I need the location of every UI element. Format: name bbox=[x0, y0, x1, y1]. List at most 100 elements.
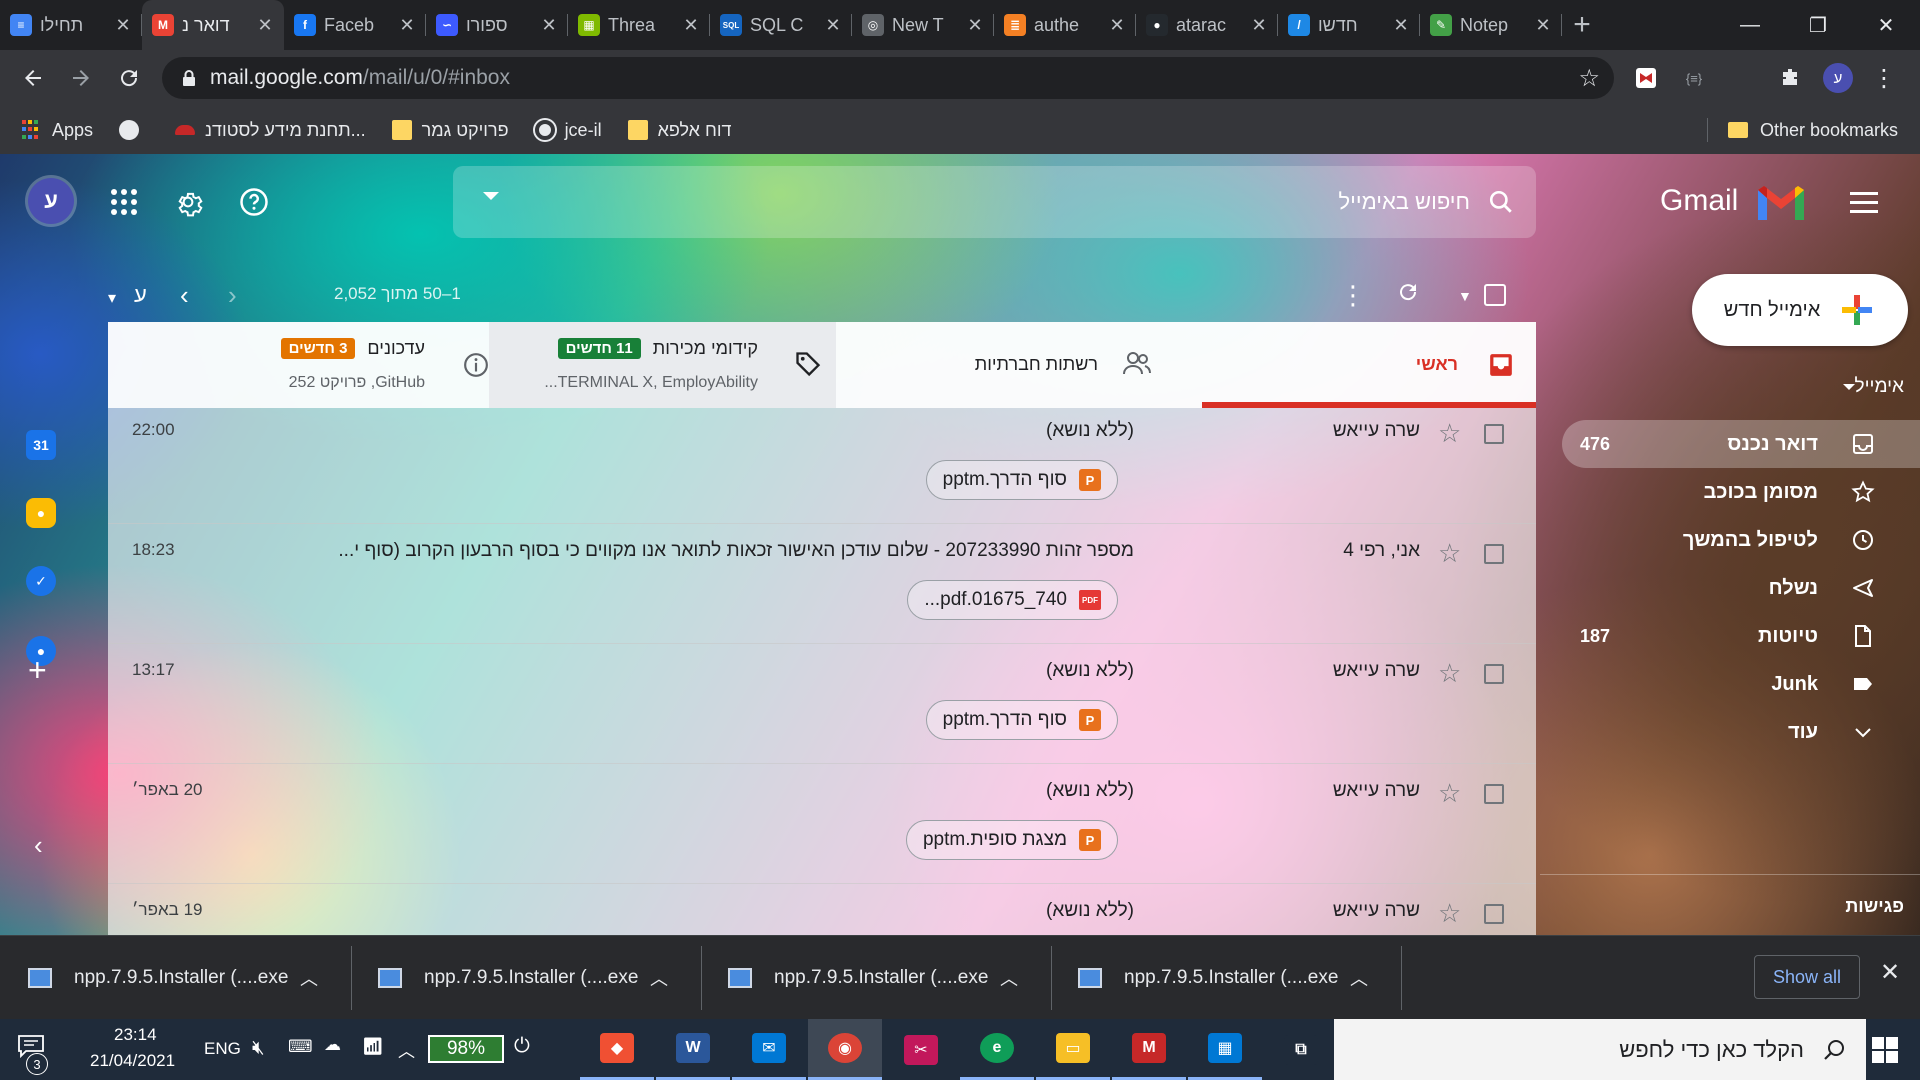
git-icon[interactable]: ◆ bbox=[580, 1019, 654, 1080]
close-tab-icon[interactable]: ✕ bbox=[1534, 15, 1552, 36]
select-dropdown-icon[interactable]: ▼ bbox=[1458, 288, 1472, 304]
close-tab-icon[interactable]: ✕ bbox=[114, 15, 132, 36]
bookmark-item[interactable]: פרויקט גמר bbox=[391, 120, 509, 141]
battery-indicator[interactable]: 98% bbox=[428, 1035, 504, 1063]
close-tab-icon[interactable]: ✕ bbox=[824, 15, 842, 36]
add-addon-icon[interactable]: + bbox=[28, 652, 47, 689]
windows-start-icon[interactable] bbox=[1872, 1037, 1898, 1063]
email-checkbox[interactable] bbox=[1484, 664, 1504, 684]
forward-button[interactable] bbox=[58, 55, 104, 101]
bookmark-item[interactable]: תחנת מידע לסטודנ... bbox=[175, 120, 366, 141]
email-row[interactable]: ☆ שרה עייאש (ללא נושא) 19 באפר׳ bbox=[108, 884, 1536, 935]
compose-button[interactable]: אימייל חדש bbox=[1692, 274, 1908, 346]
tab-primary[interactable]: ראשי bbox=[1202, 322, 1536, 408]
download-item[interactable]: npp.7.9.5.Installer (....exe ︿ bbox=[700, 936, 1052, 1020]
close-download-shelf-icon[interactable]: ✕ bbox=[1880, 958, 1900, 987]
older-page-icon[interactable]: › bbox=[228, 280, 237, 311]
account-avatar[interactable]: ע bbox=[28, 178, 74, 224]
back-button[interactable] bbox=[10, 55, 56, 101]
email-checkbox[interactable] bbox=[1484, 904, 1504, 924]
google-apps-icon[interactable] bbox=[104, 182, 144, 222]
folder-item[interactable]: Junk bbox=[1562, 660, 1920, 708]
chevron-up-icon[interactable]: ︿ bbox=[1350, 965, 1368, 991]
attachment-chip[interactable]: P סוף הדרך.pptm bbox=[925, 460, 1118, 500]
browser-tab[interactable]: f Faceb ✕ bbox=[284, 0, 426, 50]
email-checkbox[interactable] bbox=[1484, 544, 1504, 564]
download-item[interactable]: npp.7.9.5.Installer (....exe ︿ bbox=[1050, 936, 1402, 1020]
volume-muted-icon[interactable]: 🔇︎ bbox=[252, 1037, 265, 1060]
close-tab-icon[interactable]: ✕ bbox=[1392, 15, 1410, 36]
browser-tab[interactable]: ∽ ספורו ✕ bbox=[426, 0, 568, 50]
email-row[interactable]: ☆ שרה עייאש (ללא נושא) 20 באפר׳ P מצגת סופית.… bbox=[108, 764, 1536, 884]
profile-avatar[interactable]: ע bbox=[1820, 60, 1856, 96]
folder-item[interactable]: נשלח bbox=[1562, 564, 1920, 612]
restore-button[interactable]: ❐ bbox=[1784, 0, 1852, 50]
star-icon[interactable]: ☆ bbox=[1438, 778, 1461, 809]
select-all-checkbox[interactable] bbox=[1484, 284, 1506, 306]
mail-search-box[interactable]: חיפוש באימייל bbox=[453, 166, 1536, 238]
main-menu-icon[interactable] bbox=[1850, 192, 1878, 219]
browser-tab[interactable]: / חדשו ✕ bbox=[1278, 0, 1420, 50]
meetings-section[interactable]: פגישות bbox=[1845, 896, 1904, 917]
clock-time[interactable]: 23:14 bbox=[114, 1025, 157, 1045]
taskbar-search-box[interactable]: הקלד כאן כדי לחפש bbox=[1334, 1019, 1866, 1080]
attachment-chip[interactable]: PDF 740_01675.pdf... bbox=[907, 580, 1118, 620]
other-bookmarks[interactable]: Other bookmarks bbox=[1727, 120, 1898, 141]
mcafee-extension-icon[interactable] bbox=[1628, 60, 1664, 96]
keyboard-icon[interactable]: ⌨ bbox=[288, 1037, 313, 1057]
refresh-icon[interactable] bbox=[1396, 280, 1420, 311]
chrome-menu-icon[interactable]: ⋮ bbox=[1866, 60, 1902, 96]
close-tab-icon[interactable]: ✕ bbox=[256, 15, 274, 36]
tasks-icon[interactable]: ✓ bbox=[26, 566, 56, 596]
close-tab-icon[interactable]: ✕ bbox=[1108, 15, 1126, 36]
extension-json-icon[interactable]: {≡} bbox=[1676, 60, 1712, 96]
browser-tab[interactable]: ◎ New T ✕ bbox=[852, 0, 994, 50]
close-tab-icon[interactable]: ✕ bbox=[966, 15, 984, 36]
show-hidden-icons-icon[interactable]: ︿ bbox=[398, 1037, 415, 1062]
folder-inbox[interactable]: דואר נכנס 476 bbox=[1562, 420, 1920, 468]
close-window-button[interactable]: ✕ bbox=[1852, 0, 1920, 50]
star-icon[interactable]: ☆ bbox=[1438, 658, 1461, 689]
more-options-icon[interactable]: ⋮ bbox=[1340, 280, 1366, 311]
star-icon[interactable]: ☆ bbox=[1438, 898, 1461, 929]
extensions-puzzle-icon[interactable] bbox=[1772, 60, 1808, 96]
browser-tab[interactable]: ≡ תחילו ✕ bbox=[0, 0, 142, 50]
close-tab-icon[interactable]: ✕ bbox=[540, 15, 558, 36]
bookmark-item[interactable]: jce-il bbox=[534, 120, 602, 141]
folder-item[interactable]: לטיפול בהמשך bbox=[1562, 516, 1920, 564]
star-icon[interactable]: ☆ bbox=[1438, 538, 1461, 569]
browser-tab[interactable]: SQL SQL C ✕ bbox=[710, 0, 852, 50]
tab-updates[interactable]: עדכונים 3 חדשים GitHub, פרויקט 252 bbox=[108, 322, 489, 408]
calendar-icon[interactable]: 31 bbox=[26, 430, 56, 460]
mail-section-toggle[interactable]: אימייל bbox=[1831, 376, 1904, 398]
wifi-icon[interactable]: 📶︎ bbox=[362, 1037, 384, 1057]
mcafee-icon[interactable]: M bbox=[1112, 1019, 1186, 1080]
minimize-button[interactable]: — bbox=[1716, 0, 1784, 50]
browser-tab[interactable]: ▦ Threa ✕ bbox=[568, 0, 710, 50]
bookmark-star-icon[interactable]: ☆ bbox=[1578, 64, 1600, 93]
chevron-up-icon[interactable]: ︿ bbox=[650, 965, 668, 991]
attachment-chip[interactable]: P מצגת סופית.pptm bbox=[905, 820, 1118, 860]
keep-icon[interactable]: ● bbox=[26, 498, 56, 528]
browser-tab[interactable]: ≣ authe ✕ bbox=[994, 0, 1136, 50]
star-icon[interactable]: ☆ bbox=[1438, 418, 1461, 449]
mail-icon[interactable]: ✉ bbox=[732, 1019, 806, 1080]
search-icon[interactable] bbox=[1488, 189, 1514, 215]
download-item[interactable]: npp.7.9.5.Installer (....exe ︿ bbox=[350, 936, 702, 1020]
settings-gear-icon[interactable] bbox=[168, 182, 208, 222]
clock-date[interactable]: 21/04/2021 bbox=[90, 1051, 175, 1071]
close-tab-icon[interactable]: ✕ bbox=[682, 15, 700, 36]
input-tools-button[interactable]: ע bbox=[134, 282, 147, 308]
snip-icon[interactable]: ✂ bbox=[884, 1019, 958, 1080]
bookmark-item[interactable]: דוח אלפא bbox=[627, 120, 731, 141]
address-bar[interactable]: mail.google.com/mail/u/0/#inbox ☆ bbox=[162, 57, 1614, 99]
collapse-panel-icon[interactable]: ‹ bbox=[34, 830, 43, 861]
action-center-icon[interactable]: 3 bbox=[16, 1033, 56, 1075]
search-options-icon[interactable] bbox=[483, 192, 499, 200]
store-icon[interactable]: ▦ bbox=[1188, 1019, 1262, 1080]
close-tab-icon[interactable]: ✕ bbox=[1250, 15, 1268, 36]
email-row[interactable]: ☆ שרה עייאש (ללא נושא) 22:00 P סוף הדרך.pptm bbox=[108, 408, 1536, 524]
browser-tab[interactable]: ✎ Notep ✕ bbox=[1420, 0, 1562, 50]
email-row[interactable]: ☆ אני, רפי 4 מספר זהות 207233990 - שלום עו… bbox=[108, 524, 1536, 644]
folder-item[interactable]: עוד bbox=[1562, 708, 1920, 756]
